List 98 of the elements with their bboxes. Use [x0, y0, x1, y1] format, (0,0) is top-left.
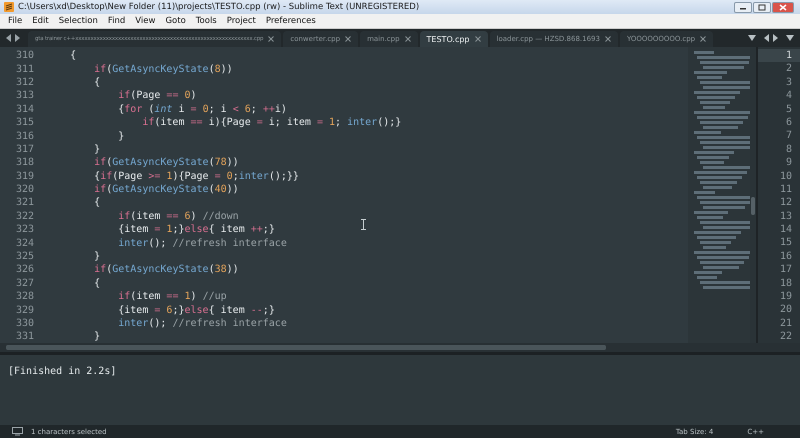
- line-number: 321: [14, 197, 35, 208]
- menu-item[interactable]: Tools: [196, 16, 217, 26]
- line-number: 12: [778, 196, 793, 210]
- code-line: {: [93, 197, 100, 208]
- line-number: 13: [778, 210, 793, 224]
- line-number: 3: [784, 76, 793, 90]
- line-number: 312: [14, 76, 35, 88]
- line-number: 17: [778, 263, 793, 277]
- line-number: 324: [14, 238, 35, 249]
- line-number: 316: [14, 130, 35, 142]
- code-line: {if(Page >= 1){Page = 0;inter();}}: [93, 170, 299, 182]
- line-number: 328: [14, 291, 35, 302]
- line-number: 319: [14, 170, 35, 182]
- code-line: {: [93, 278, 100, 289]
- close-tab-icon[interactable]: [700, 36, 706, 42]
- line-number: 18: [778, 276, 793, 290]
- line-number: 325: [14, 251, 35, 262]
- file-tab[interactable]: TESTO.cpp: [420, 31, 488, 47]
- menu-item[interactable]: View: [135, 16, 156, 26]
- line-number: 317: [14, 144, 35, 155]
- code-line: if(GetAsyncKeyState(8)): [93, 64, 233, 75]
- line-number: 11: [778, 182, 793, 196]
- text-cursor-icon: [361, 219, 366, 230]
- line-number: 314: [14, 104, 35, 115]
- line-number: 5: [784, 102, 793, 116]
- line-number: 331: [14, 331, 35, 342]
- line-number: 326: [14, 264, 35, 276]
- menu-item[interactable]: Find: [108, 16, 126, 26]
- line-number: 16: [778, 250, 793, 264]
- line-number: 1: [758, 49, 800, 62]
- close-tab-icon[interactable]: [404, 36, 411, 42]
- minimap-drawing[interactable]: [688, 47, 750, 343]
- code-line: if(GetAsyncKeyState(40)): [93, 184, 239, 196]
- line-number: 315: [14, 117, 35, 128]
- line-number: 330: [14, 318, 35, 329]
- app-icon: [4, 2, 14, 12]
- window-title: C:\Users\xd\Desktop\New Folder (11)\projects\TESTO.cpp (rw) - Sublime Text (UNREGISTERED): [18, 2, 420, 12]
- code-line: if(item == i){Page = i; item = 1; inter();}: [141, 117, 402, 128]
- code-line: {: [69, 50, 76, 62]
- line-number: 7: [784, 129, 793, 143]
- dropdown-icon[interactable]: [748, 35, 756, 41]
- code-line: }: [93, 251, 100, 262]
- line-number: 19: [778, 290, 793, 304]
- line-number: 320: [14, 184, 35, 196]
- code-line: inter(); //refresh interface: [117, 318, 287, 329]
- code-line: {item = 1;}else{ item ++;}: [117, 224, 275, 236]
- close-button[interactable]: [772, 2, 794, 12]
- line-number: 9: [784, 156, 793, 170]
- code-line: inter(); //refresh interface: [117, 238, 287, 249]
- code-line: }: [93, 331, 100, 342]
- line-number: 313: [14, 90, 35, 102]
- code-line: if(GetAsyncKeyState(38)): [93, 264, 239, 276]
- line-number: 310: [14, 50, 35, 62]
- code-line: {: [93, 76, 100, 88]
- code-line: }: [93, 144, 100, 155]
- menu-item[interactable]: File: [8, 16, 22, 26]
- code-line: }: [117, 130, 124, 142]
- maximize-button[interactable]: [753, 2, 771, 12]
- code-line: if(item == 1) //up: [117, 291, 227, 302]
- menu-item[interactable]: Edit: [32, 16, 49, 26]
- code-line: if(GetAsyncKeyState(78)): [93, 157, 239, 168]
- close-icon: [779, 4, 787, 10]
- line-number: 10: [778, 170, 793, 183]
- menu-item[interactable]: Preferences: [266, 16, 316, 26]
- dropdown-icon[interactable]: [786, 35, 794, 41]
- code-line: {for (int i = 0; i < 6; ++i): [117, 104, 287, 115]
- line-number: 311: [14, 64, 35, 75]
- code-line: if(Page == 0): [117, 90, 197, 102]
- close-tab-icon[interactable]: [268, 36, 274, 42]
- menu-item[interactable]: Selection: [58, 16, 98, 26]
- monitor-icon[interactable]: [12, 427, 23, 436]
- line-number: 8: [784, 142, 793, 156]
- minimize-button[interactable]: [734, 2, 752, 12]
- line-number: 14: [778, 223, 793, 236]
- line-number: 22: [778, 330, 793, 344]
- line-number: 327: [14, 278, 35, 289]
- menu-item[interactable]: Goto: [165, 16, 186, 26]
- line-number: 323: [14, 224, 35, 236]
- line-number: 322: [14, 210, 35, 222]
- line-number: 6: [784, 116, 793, 130]
- line-number: 21: [778, 316, 793, 330]
- close-tab-icon[interactable]: [604, 36, 611, 42]
- line-number: 15: [778, 236, 793, 250]
- code-line: if(item == 6) //down: [117, 210, 239, 222]
- build-output: [Finished in 2.2s]: [8, 366, 116, 377]
- line-number: 20: [778, 303, 793, 317]
- line-number: 318: [14, 157, 35, 168]
- tab-navigation-icon[interactable]: [6, 34, 20, 42]
- maximize-icon: [758, 4, 766, 10]
- tab-navigation-icon[interactable]: [764, 34, 778, 42]
- line-number: 2: [784, 62, 793, 76]
- line-number: 4: [784, 89, 793, 103]
- code-line: {item = 6;}else{ item --;}: [117, 304, 275, 316]
- close-tab-icon[interactable]: [474, 36, 481, 42]
- close-tab-icon[interactable]: [345, 36, 352, 42]
- scrollbar[interactable]: [0, 343, 800, 352]
- line-number: 329: [14, 304, 35, 316]
- menu-item[interactable]: Project: [226, 16, 256, 26]
